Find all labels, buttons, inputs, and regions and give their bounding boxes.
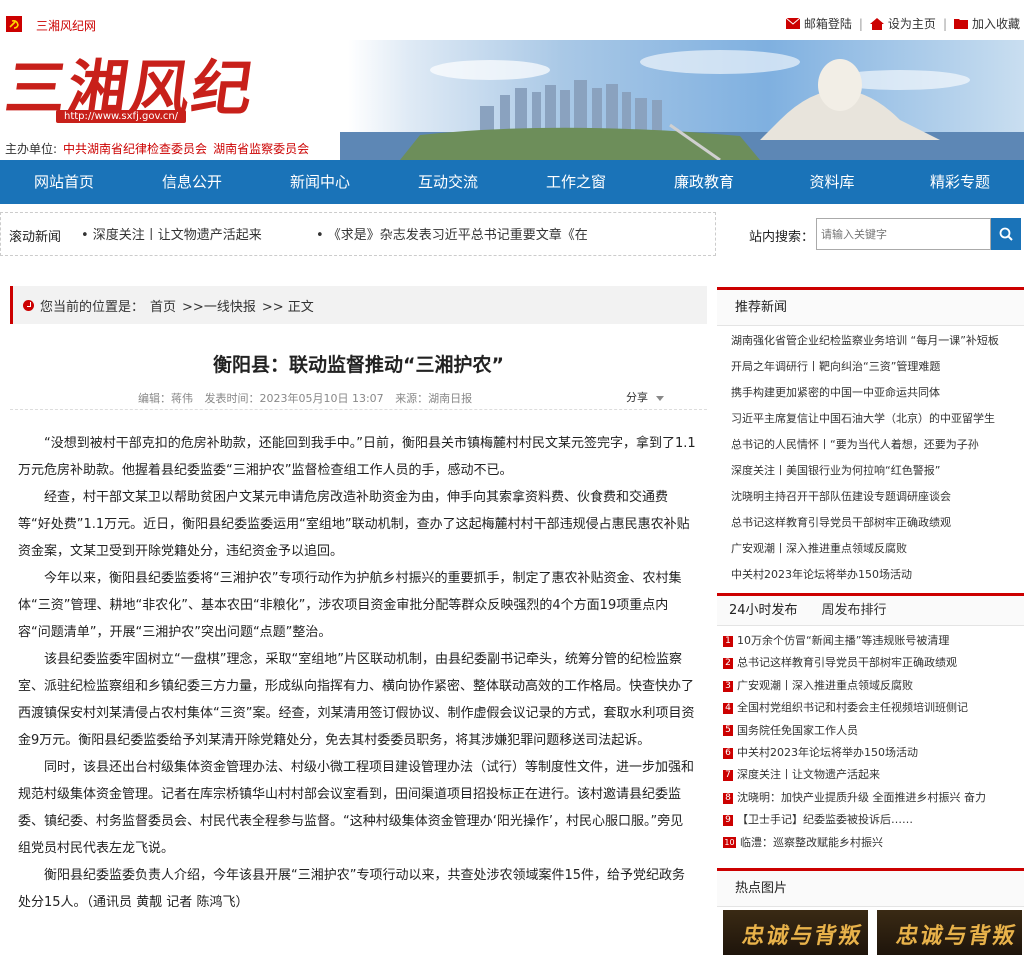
list-item[interactable]: 3 广安观潮丨深入推进重点领域反腐败 <box>723 675 1024 697</box>
set-homepage-link[interactable]: 设为主页 <box>869 15 936 32</box>
nav-item-special-topics[interactable]: 精彩专题 <box>896 160 1024 204</box>
article-paragraph: 衡阳县纪委监委负责人介绍，今年该县开展“三湘护农”专项行动以来，共查处涉农领域案… <box>18 868 686 910</box>
mail-login-link[interactable]: 邮箱登陆 <box>785 15 852 32</box>
nav-item-work-window[interactable]: 工作之窗 <box>512 160 640 204</box>
scrolling-news-item[interactable]: • 《求是》杂志发表习近平总书记重要文章《在 <box>316 224 588 243</box>
list-item[interactable]: 沈晓明主持召开干部队伍建设专题调研座谈会 <box>731 484 1024 510</box>
hot-pictures-panel: 热点图片 忠诚与背叛 忠诚与背叛 <box>717 868 1024 955</box>
nav-item-database[interactable]: 资料库 <box>768 160 896 204</box>
rank-number: 5 <box>723 725 733 737</box>
list-item[interactable]: 2 总书记这样教育引导党员干部树牢正确政绩观 <box>723 652 1024 674</box>
article-paragraph: “没想到被村干部克扣的危房补助款，还能回到我手中。”日前，衡阳县关市镇梅麓村村民… <box>18 436 696 478</box>
ranking-panel: 24小时发布 周发布排行 1 10万余个仿冒“新闻主播”等违规账号被清理 2 总书记… <box>717 593 1024 860</box>
list-item[interactable]: 总书记这样教育引导党员干部树牢正确政绩观 <box>731 510 1024 536</box>
rank-number: 9 <box>723 814 733 826</box>
list-item[interactable]: 中关村2023年论坛将举办150场活动 <box>731 562 1024 588</box>
top-links: 邮箱登陆 | 设为主页 | 加入收藏 <box>785 15 1020 32</box>
article-title: 衡阳县：联动监督推动“三湘护农” <box>213 354 504 376</box>
search-label: 站内搜索： <box>749 230 815 245</box>
rank-number: 10 <box>723 837 736 849</box>
list-item[interactable]: 10 临澧：巡察整改赋能乡村振兴 <box>723 832 1024 854</box>
list-item[interactable]: 8 沈晓明：加快产业提质升级 全面推进乡村振兴 奋力 <box>723 787 1024 809</box>
host-org[interactable]: 中共湖南省纪律检查委员会 <box>63 142 207 156</box>
list-item[interactable]: 开局之年调研行丨靶向纠治“三资”管理难题 <box>731 354 1024 380</box>
host-org[interactable]: 湖南省监察委员会 <box>213 142 309 156</box>
nav-item-info-disclosure[interactable]: 信息公开 <box>128 160 256 204</box>
scrolling-news: 滚动新闻 • 深度关注丨让文物遗产活起来 • 《求是》杂志发表习近平总书记重要文… <box>0 212 716 256</box>
rank-number: 7 <box>723 770 733 782</box>
nav-item-integrity-education[interactable]: 廉政教育 <box>640 160 768 204</box>
breadcrumb-section[interactable]: >>一线快报 <box>182 296 256 315</box>
thumbnail-calligraphy: 忠诚与背叛 <box>740 923 865 949</box>
list-item[interactable]: 深度关注丨美国银行业为何拉响“红色警报” <box>731 458 1024 484</box>
divider: | <box>858 16 863 31</box>
article-time: 发表时间：2023年05月10日 13:07 <box>204 392 384 405</box>
rank-number: 8 <box>723 792 733 804</box>
top-bar: 三湘风纪网 邮箱登陆 | 设为主页 | 加入收藏 <box>0 0 1024 44</box>
home-icon <box>869 17 884 30</box>
rank-number: 2 <box>723 658 733 670</box>
article-body: “没想到被村干部克扣的危房补助款，还能回到我手中。”日前，衡阳县关市镇梅麓村村民… <box>18 430 696 916</box>
list-item[interactable]: 4 全国村党组织书记和村委会主任视频培训班侧记 <box>723 697 1024 719</box>
search-button[interactable] <box>991 218 1021 250</box>
thumbnail-calligraphy: 忠诚与背叛 <box>894 923 1019 949</box>
article-editor: 编辑：蒋伟 <box>138 392 193 405</box>
rank-number: 6 <box>723 747 733 759</box>
chevron-down-icon <box>655 395 664 401</box>
list-item[interactable]: 1 10万余个仿冒“新闻主播”等违规账号被清理 <box>723 630 1024 652</box>
tab-weekly-ranking[interactable]: 周发布排行 <box>810 596 899 625</box>
location-icon <box>23 299 34 311</box>
nav-item-news-center[interactable]: 新闻中心 <box>256 160 384 204</box>
folder-icon <box>953 19 968 29</box>
party-emblem-icon <box>6 16 22 32</box>
ranking-tabs: 24小时发布 周发布排行 <box>717 596 1024 626</box>
rank-number: 1 <box>723 635 733 647</box>
hot-picture-thumbnail[interactable]: 忠诚与背叛 <box>877 910 1022 955</box>
article-paragraph: 经查，村干部文某卫以帮助贫困户文某元申请危房改造补助资金为由，伸手向其索拿资料费… <box>18 490 690 559</box>
search-input[interactable] <box>816 218 991 250</box>
rank-number: 4 <box>723 702 733 714</box>
main-nav: 网站首页 信息公开 新闻中心 互动交流 工作之窗 廉政教育 资料库 精彩专题 <box>0 160 1024 204</box>
recommended-news-panel: 推荐新闻 湖南强化省管企业纪检监察业务培训 “每月一课”补短板 开局之年调研行丨… <box>717 287 1024 583</box>
divider: | <box>942 16 947 31</box>
add-favorite-link[interactable]: 加入收藏 <box>953 15 1020 32</box>
list-item[interactable]: 7 深度关注丨让文物遗产活起来 <box>723 764 1024 786</box>
article-paragraph: 今年以来，衡阳县纪委监委将“三湘护农”专项行动作为护航乡村振兴的重要抓手，制定了… <box>18 571 682 640</box>
list-item[interactable]: 湖南强化省管企业纪检监察业务培训 “每月一课”补短板 <box>731 328 1024 354</box>
recommended-news-heading: 推荐新闻 <box>717 290 1024 326</box>
article-meta: 编辑：蒋伟 发表时间：2023年05月10日 13:07 来源：湖南日报 分享 <box>10 384 707 410</box>
host-organizations: 主办单位: 中共湖南省纪律检查委员会 湖南省监察委员会 <box>5 142 310 156</box>
breadcrumb: 您当前的位置是： 首页 >>一线快报 >> 正文 <box>10 286 707 324</box>
list-item[interactable]: 9 【卫士手记】纪委监委被投诉后…… <box>723 809 1024 831</box>
list-item[interactable]: 习近平主席复信让中国石油大学（北京）的中亚留学生 <box>731 406 1024 432</box>
article-source: 来源：湖南日报 <box>395 392 473 405</box>
rank-number: 3 <box>723 680 733 692</box>
breadcrumb-home[interactable]: 首页 <box>150 296 176 315</box>
list-item[interactable]: 6 中关村2023年论坛将举办150场活动 <box>723 742 1024 764</box>
city-skyline-image <box>340 50 1024 160</box>
list-item[interactable]: 携手构建更加紧密的中国一中亚命运共同体 <box>731 380 1024 406</box>
logo-url: http://www.sxfj.gov.cn/ <box>56 110 187 123</box>
mail-icon <box>785 18 800 29</box>
share-button[interactable]: 分享 <box>626 389 664 405</box>
tab-24-hours[interactable]: 24小时发布 <box>717 596 810 625</box>
breadcrumb-current: >> 正文 <box>261 299 314 315</box>
article-paragraph: 同时，该县还出台村级集体资金管理办法、村级小微工程项目建设管理办法（试行）等制度… <box>18 760 695 856</box>
list-item[interactable]: 广安观潮丨深入推进重点领域反腐败 <box>731 536 1024 562</box>
search-icon <box>999 227 1013 241</box>
hot-picture-thumbnail[interactable]: 忠诚与背叛 <box>723 910 868 955</box>
nav-item-home[interactable]: 网站首页 <box>0 160 128 204</box>
scrolling-news-item[interactable]: • 深度关注丨让文物遗产活起来 <box>81 224 262 243</box>
scrolling-news-label: 滚动新闻 <box>9 230 62 245</box>
article-paragraph: 该县纪委监委牢固树立“一盘棋”理念，采取“室组地”片区联动机制，由县纪委副书记牵… <box>18 652 695 748</box>
site-name[interactable]: 三湘风纪网 <box>36 17 96 34</box>
hot-pictures-heading: 热点图片 <box>717 871 1024 907</box>
list-item[interactable]: 5 国务院任免国家工作人员 <box>723 720 1024 742</box>
nav-item-interaction[interactable]: 互动交流 <box>384 160 512 204</box>
list-item[interactable]: 总书记的人民情怀丨“要为当代人着想，还要为子孙 <box>731 432 1024 458</box>
